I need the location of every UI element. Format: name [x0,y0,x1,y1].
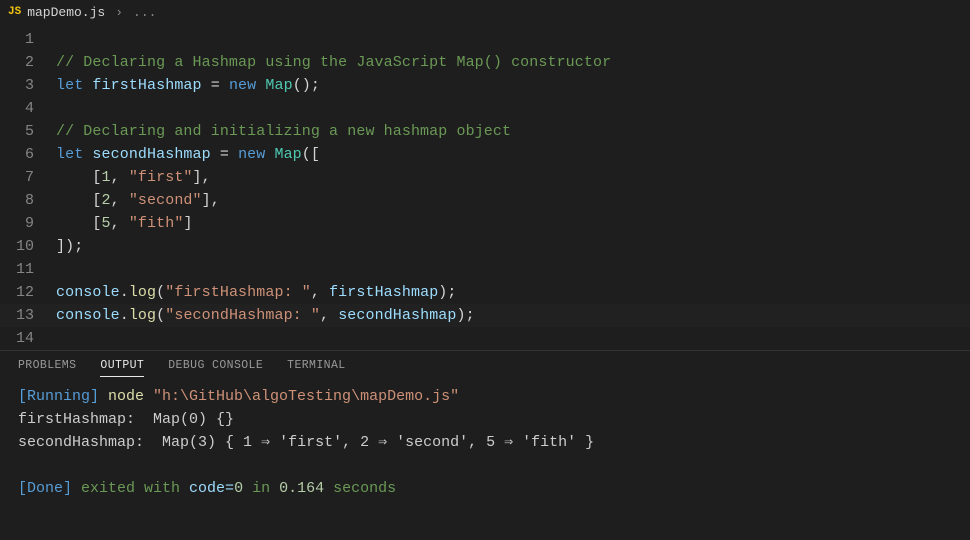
js-file-icon: JS [8,6,21,18]
line-number: 12 [0,284,56,301]
output-panel-body[interactable]: [Running] node "h:\GitHub\algoTesting\ma… [0,383,970,502]
code-line[interactable]: let firstHashmap = new Map(); [56,77,320,94]
line-number: 8 [0,192,56,209]
code-line[interactable]: // Declaring and initializing a new hash… [56,123,511,140]
breadcrumb-bar: JS mapDemo.js › ... [0,0,970,24]
output-done: [Done] [18,480,72,497]
line-number: 5 [0,123,56,140]
code-line[interactable]: // Declaring a Hashmap using the JavaScr… [56,54,611,71]
code-line[interactable]: ]); [56,238,83,255]
code-line[interactable]: [5, "fith"] [56,215,193,232]
code-editor[interactable]: 1 2 // Declaring a Hashmap using the Jav… [0,24,970,350]
line-number: 4 [0,100,56,117]
output-running: [Running] [18,388,99,405]
output-line: secondHashmap: Map(3) { 1 ⇒ 'first', 2 ⇒… [18,434,594,451]
line-number: 14 [0,330,56,347]
line-number: 1 [0,31,56,48]
panel-tabbar: PROBLEMS OUTPUT DEBUG CONSOLE TERMINAL [0,351,970,383]
code-line[interactable]: console.log("firstHashmap: ", firstHashm… [56,284,457,301]
code-line[interactable]: [1, "first"], [56,169,211,186]
code-line[interactable]: console.log("secondHashmap: ", secondHas… [56,307,475,324]
line-number: 7 [0,169,56,186]
code-line[interactable]: let secondHashmap = new Map([ [56,146,320,163]
tab-problems[interactable]: PROBLEMS [18,359,76,377]
line-number: 2 [0,54,56,71]
chevron-right-icon: › [111,5,127,20]
breadcrumb-filename[interactable]: mapDemo.js [27,5,105,20]
output-line: firstHashmap: Map(0) {} [18,411,234,428]
line-number: 3 [0,77,56,94]
line-number: 6 [0,146,56,163]
breadcrumb-more[interactable]: ... [133,5,156,20]
tab-debug-console[interactable]: DEBUG CONSOLE [168,359,263,377]
line-number: 13 [0,307,56,324]
tab-output[interactable]: OUTPUT [100,359,144,377]
line-number: 11 [0,261,56,278]
line-number: 9 [0,215,56,232]
line-number: 10 [0,238,56,255]
bottom-panel: PROBLEMS OUTPUT DEBUG CONSOLE TERMINAL [… [0,350,970,524]
code-line[interactable]: [2, "second"], [56,192,220,209]
tab-terminal[interactable]: TERMINAL [287,359,345,377]
